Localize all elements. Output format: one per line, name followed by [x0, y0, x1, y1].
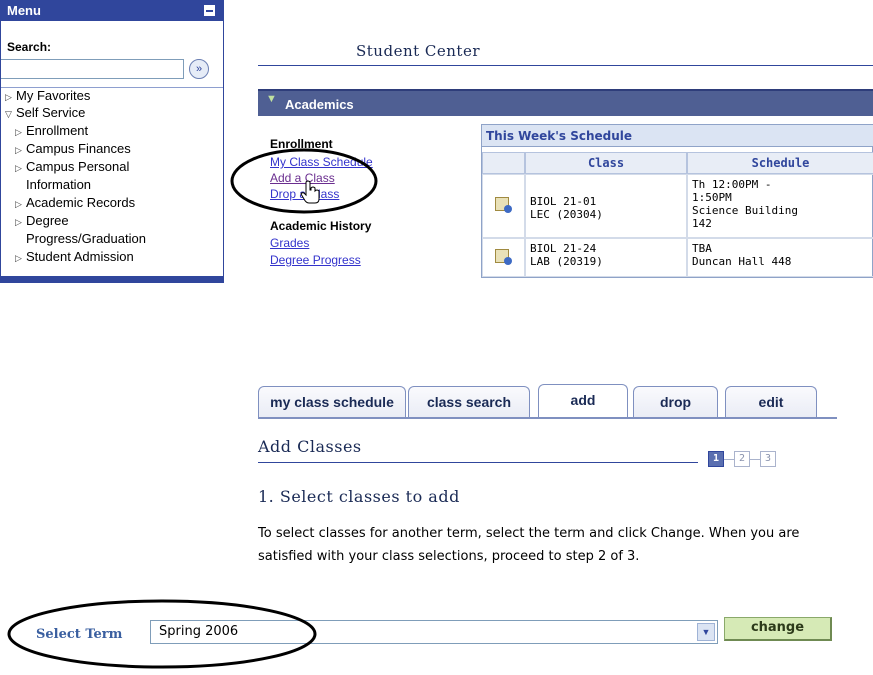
grades-link[interactable]: Grades [270, 236, 309, 250]
step-3-indicator: 3 [760, 451, 776, 467]
menu-item-label: Campus Finances [26, 141, 131, 156]
triangle-right-icon: ▷ [15, 253, 22, 263]
tab-class-search[interactable]: class search [408, 386, 530, 418]
schedule-header: This Week's Schedule [482, 125, 873, 147]
menu-item-selected-highlight[interactable] [1, 276, 223, 282]
menu-item-label: Self Service [16, 105, 86, 120]
academics-section-header[interactable]: ▼ Academics [258, 89, 873, 116]
menu-item-label: Campus Personal [26, 159, 130, 174]
triangle-down-icon: ▽ [5, 109, 12, 119]
menu-item-continuation[interactable]: Progress/Graduation [26, 231, 146, 247]
tab-drop[interactable]: drop [633, 386, 718, 418]
menu-item-continuation[interactable]: Information [26, 177, 91, 193]
schedule-column-header: Schedule [687, 152, 873, 174]
go-icon[interactable]: » [189, 59, 209, 79]
table-row-schedule-cell: TBA Duncan Hall 448 [687, 238, 873, 277]
tab-my-class-schedule[interactable]: my class schedule [258, 386, 406, 418]
schedule-line: Th 12:00PM - [692, 178, 772, 191]
left-menu: Menu Search: » ▷ My Favorites ▽ Self Servi… [0, 0, 224, 283]
instructions-text: To select classes for another term, sele… [258, 526, 800, 564]
schedule-icon-column-header [482, 152, 525, 174]
menu-item-label: Enrollment [26, 123, 89, 138]
triangle-down-icon: ▼ [266, 93, 277, 105]
step-1-indicator: 1 [708, 451, 724, 467]
menu-item-enrollment[interactable]: ▷ Enrollment [15, 123, 88, 140]
hand-cursor-icon [300, 180, 320, 204]
schedule-line: TBA [692, 242, 712, 255]
dropdown-arrow-icon[interactable]: ▼ [697, 623, 715, 641]
schedule-line: Science Building [692, 204, 798, 217]
menu-item-label: Academic Records [26, 195, 136, 210]
title-divider [258, 65, 873, 66]
highlight-ellipse [7, 599, 317, 669]
step-connector [750, 459, 760, 460]
class-column-header: Class [525, 152, 687, 174]
menu-search-label: Search: [7, 40, 52, 54]
weekly-schedule-table: This Week's Schedule Class Schedule BIOL… [481, 124, 873, 278]
class-code: BIOL 21-24 [530, 242, 597, 255]
collapse-icon[interactable] [204, 5, 215, 16]
academic-history-heading: Academic History [270, 219, 372, 233]
table-row-class-cell: BIOL 21-24 LAB (20319) [525, 238, 687, 277]
menu-item-self-service[interactable]: ▽ Self Service [5, 105, 85, 122]
tab-add[interactable]: add [538, 384, 628, 418]
table-row-schedule-cell: Th 12:00PM - 1:50PM Science Building 142 [687, 174, 873, 238]
table-row-icon-cell[interactable] [482, 174, 525, 238]
change-button[interactable]: change [724, 617, 832, 641]
menu-header: Menu [1, 1, 223, 21]
menu-item-my-favorites[interactable]: ▷ My Favorites [5, 88, 90, 105]
class-code: BIOL 21-01 [530, 195, 597, 208]
menu-item-label: Degree [26, 213, 69, 228]
triangle-right-icon: ▷ [15, 127, 22, 137]
menu-item-academic-records[interactable]: ▷ Academic Records [15, 195, 135, 212]
step-connector [724, 459, 734, 460]
schedule-title: This Week's Schedule [486, 129, 633, 143]
menu-title: Menu [7, 3, 41, 18]
table-row-icon-cell[interactable] [482, 238, 525, 277]
triangle-right-icon: ▷ [15, 145, 22, 155]
add-classes-divider [258, 462, 698, 463]
schedule-line: Duncan Hall 448 [692, 255, 792, 268]
calendar-icon[interactable] [495, 197, 512, 213]
class-section: LEC (20304) [530, 208, 603, 221]
menu-search-input[interactable] [1, 59, 184, 79]
menu-item-label: My Favorites [16, 88, 91, 103]
degree-progress-link[interactable]: Degree Progress [270, 253, 361, 267]
tab-edit[interactable]: edit [725, 386, 817, 418]
menu-item-campus-finances[interactable]: ▷ Campus Finances [15, 141, 131, 158]
schedule-line: 1:50PM [692, 191, 732, 204]
triangle-right-icon: ▷ [5, 92, 12, 102]
schedule-line: 142 [692, 217, 712, 230]
menu-item-campus-personal-information[interactable]: ▷ Campus Personal [15, 159, 129, 176]
tab-baseline [258, 417, 837, 419]
menu-item-student-admission[interactable]: ▷ Student Admission [15, 249, 134, 266]
triangle-right-icon: ▷ [15, 199, 22, 209]
page-title: Student Center [356, 42, 480, 60]
step-2-indicator: 2 [734, 451, 750, 467]
table-row-class-cell: BIOL 21-01 LEC (20304) [525, 174, 687, 238]
class-section: LAB (20319) [530, 255, 603, 268]
menu-item-label: Student Admission [26, 249, 134, 264]
triangle-right-icon: ▷ [15, 163, 22, 173]
calendar-icon[interactable] [495, 249, 512, 265]
triangle-right-icon: ▷ [15, 217, 22, 227]
menu-item-degree-progress[interactable]: ▷ Degree [15, 213, 69, 230]
add-classes-title: Add Classes [258, 437, 362, 456]
step-title: 1. Select classes to add [258, 487, 460, 506]
academics-label: Academics [285, 97, 354, 112]
